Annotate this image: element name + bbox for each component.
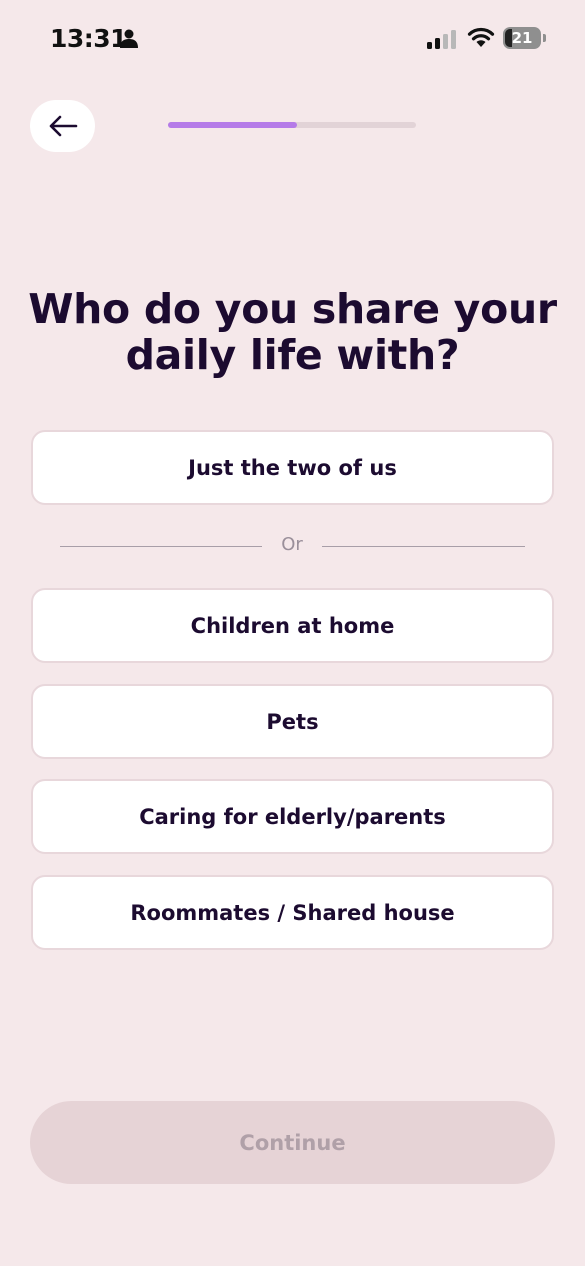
status-time: 13:31 bbox=[50, 24, 128, 53]
option-pets[interactable]: Pets bbox=[31, 684, 554, 759]
question-title: Who do you share your daily life with? bbox=[28, 285, 557, 379]
arrow-left-icon bbox=[49, 115, 77, 137]
option-children-at-home[interactable]: Children at home bbox=[31, 588, 554, 663]
person-icon bbox=[120, 29, 138, 48]
battery-icon: 21 bbox=[503, 27, 547, 51]
divider-line-right bbox=[322, 546, 525, 547]
continue-button[interactable]: Continue bbox=[30, 1101, 555, 1184]
battery-level: 21 bbox=[511, 29, 533, 47]
divider-label: Or bbox=[281, 534, 303, 555]
wifi-icon bbox=[467, 27, 495, 47]
progress-bar bbox=[168, 122, 416, 128]
status-bar: 13:31 21 bbox=[0, 0, 585, 80]
divider-line-left bbox=[60, 546, 262, 547]
option-just-the-two-of-us[interactable]: Just the two of us bbox=[31, 430, 554, 505]
back-button[interactable] bbox=[30, 100, 95, 152]
progress-bar-fill bbox=[168, 122, 297, 128]
option-caring-for-elderly-parents[interactable]: Caring for elderly/parents bbox=[31, 779, 554, 854]
or-divider: Or bbox=[60, 530, 525, 562]
cellular-signal-icon bbox=[427, 30, 456, 49]
option-roommates-shared-house[interactable]: Roommates / Shared house bbox=[31, 875, 554, 950]
